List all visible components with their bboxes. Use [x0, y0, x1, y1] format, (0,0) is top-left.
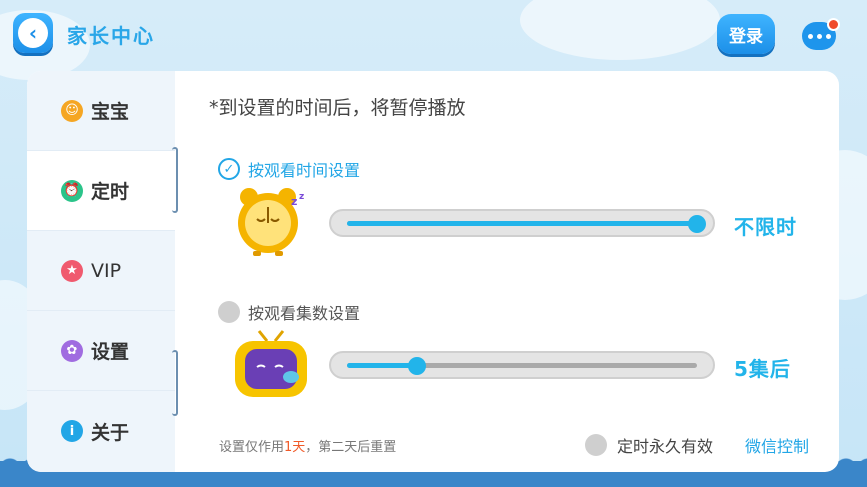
- episode-limit-label: 按观看集数设置: [248, 304, 361, 323]
- sidebar-item-label: 关于: [91, 421, 130, 444]
- back-button[interactable]: ‹: [13, 13, 53, 53]
- slider-rail: [347, 214, 706, 233]
- reset-note-prefix: 设置仅作用: [219, 440, 285, 455]
- sidebar-item-label: 定时: [91, 181, 130, 203]
- episode-limit-slider[interactable]: [329, 351, 715, 379]
- slider-knob[interactable]: [688, 214, 706, 233]
- svg-text:z: z: [299, 192, 304, 202]
- sidebar: ☺ 宝宝 ⏰ 定时 ★ VIP ✿ 设置 i 关于: [27, 71, 175, 472]
- slider-rail: [347, 356, 697, 375]
- page-title: 家长中心: [67, 24, 155, 48]
- reset-note-suffix: ，第二天后重置: [305, 440, 397, 455]
- slider-knob[interactable]: [408, 356, 426, 375]
- sidebar-item-timer[interactable]: ⏰ 定时: [27, 151, 175, 231]
- gear-icon: ✿: [61, 339, 83, 362]
- sidebar-item-label: 设置: [91, 341, 130, 363]
- time-limit-slider[interactable]: [329, 209, 715, 237]
- smiley-icon: ☺: [61, 99, 83, 122]
- sidebar-item-baby[interactable]: ☺ 宝宝: [27, 71, 175, 151]
- pause-note: *到设置的时间后，将暂停播放: [209, 97, 466, 119]
- sleeping-alarm-clock-icon: z z: [238, 188, 304, 256]
- notification-dot: [827, 18, 840, 31]
- time-limit-option[interactable]: ✓ 按观看时间设置: [218, 157, 360, 181]
- sidebar-item-vip[interactable]: ★ VIP: [27, 231, 175, 311]
- reset-note-highlight: 1天: [284, 440, 306, 455]
- time-limit-value: 不限时: [734, 215, 797, 239]
- login-button[interactable]: 登录: [717, 14, 775, 54]
- wechat-control-link[interactable]: 微信控制: [745, 433, 809, 457]
- slider-fill: [347, 363, 417, 368]
- slider-fill: [347, 221, 697, 226]
- radio-unchecked-icon: [218, 301, 240, 323]
- sidebar-item-about[interactable]: i 关于: [27, 391, 175, 471]
- sidebar-item-label: VIP: [91, 259, 122, 282]
- forever-toggle[interactable]: 定时永久有效: [585, 433, 713, 457]
- reset-note: 设置仅作用1天，第二天后重置: [219, 436, 396, 455]
- tv-mascot-icon: [235, 330, 307, 397]
- radio-unchecked-icon: [585, 434, 607, 456]
- timer-settings-panel: *到设置的时间后，将暂停播放 ✓ 按观看时间设置 z z 不限时 按观看集数设置…: [175, 71, 839, 472]
- check-circle-icon: ✓: [218, 158, 240, 180]
- svg-text:z: z: [291, 195, 297, 208]
- message-button[interactable]: [802, 18, 840, 52]
- parent-center-card: ☺ 宝宝 ⏰ 定时 ★ VIP ✿ 设置 i 关于 *到设置的时间后，将暂停播放…: [27, 71, 839, 472]
- forever-label: 定时永久有效: [617, 437, 714, 456]
- sidebar-item-settings[interactable]: ✿ 设置: [27, 311, 175, 391]
- info-icon: i: [61, 420, 83, 442]
- alarm-clock-icon: ⏰: [61, 179, 83, 202]
- time-limit-label: 按观看时间设置: [248, 161, 361, 180]
- background-cloud: [520, 0, 720, 60]
- chevron-left-icon: ‹: [18, 18, 48, 48]
- episode-limit-option[interactable]: 按观看集数设置: [218, 300, 360, 324]
- star-badge-icon: ★: [61, 259, 83, 282]
- episode-limit-value: 5集后: [734, 357, 791, 381]
- sidebar-item-label: 宝宝: [91, 101, 130, 123]
